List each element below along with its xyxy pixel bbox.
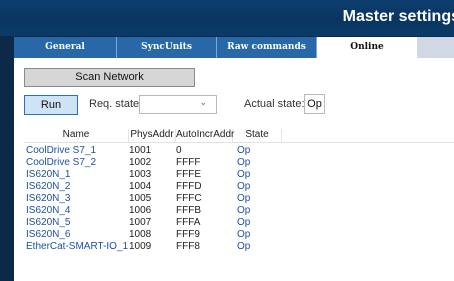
table-header: Name PhysAddr AutoIncrAddr State (24, 129, 454, 143)
settings-panel: General SyncUnits Raw commands Online Sc… (14, 37, 454, 281)
cell-autoincraddr: 0 (176, 145, 182, 156)
cell-name: CoolDrive S7_2 (26, 157, 97, 168)
cell-name: IS620N_6 (26, 229, 71, 240)
cell-autoincraddr: FFFD (176, 181, 202, 192)
cell-physaddr: 1004 (129, 181, 152, 192)
cell-state: Op (237, 145, 251, 156)
table-row[interactable]: CoolDrive S7_2 1002 FFFF Op (24, 157, 454, 169)
cell-autoincraddr: FFFE (176, 169, 201, 180)
table-row[interactable]: IS620N_6 1008 FFF9 Op (24, 229, 454, 241)
column-header-autoincraddr[interactable]: AutoIncrAddr (176, 129, 234, 142)
cell-physaddr: 1006 (129, 205, 152, 216)
cell-state: Op (237, 193, 251, 204)
run-button[interactable]: Run (24, 95, 78, 115)
cell-autoincraddr: FFFC (176, 193, 202, 204)
cell-autoincraddr: FFF8 (176, 241, 200, 252)
tab-raw-commands[interactable]: Raw commands (217, 37, 317, 58)
cell-state: Op (237, 217, 251, 228)
column-header-state[interactable]: State (233, 129, 282, 142)
cell-state: Op (237, 181, 251, 192)
table-row[interactable]: EtherCat-SMART-IO_1 1009 FFF8 Op (24, 241, 454, 253)
cell-state: Op (237, 229, 251, 240)
cell-name: IS620N_3 (26, 193, 71, 204)
cell-autoincraddr: FFF9 (176, 229, 200, 240)
cell-physaddr: 1005 (129, 193, 152, 204)
cell-physaddr: 1001 (129, 145, 152, 156)
column-header-physaddr[interactable]: PhysAddr (129, 129, 176, 142)
table-row[interactable]: CoolDrive S7_1 1001 0 Op (24, 145, 454, 157)
tab-bar: General SyncUnits Raw commands Online (14, 37, 454, 58)
cell-name: IS620N_5 (26, 217, 71, 228)
cell-autoincraddr: FFFA (176, 217, 201, 228)
cell-name: IS620N_1 (26, 169, 71, 180)
cell-physaddr: 1002 (129, 157, 152, 168)
tab-online[interactable]: Online (317, 37, 417, 58)
scan-network-button[interactable]: Scan Network (24, 68, 195, 87)
table-row[interactable]: IS620N_1 1003 FFFE Op (24, 169, 454, 181)
tab-syncunits[interactable]: SyncUnits (117, 37, 217, 58)
cell-state: Op (237, 157, 251, 168)
cell-physaddr: 1007 (129, 217, 152, 228)
req-state-label: Req. state: (89, 98, 143, 110)
chevron-down-icon: ⌄ (199, 97, 207, 107)
tab-general[interactable]: General (14, 37, 117, 58)
cell-state: Op (237, 241, 251, 252)
table-row[interactable]: IS620N_2 1004 FFFD Op (24, 181, 454, 193)
cell-name: IS620N_4 (26, 205, 71, 216)
window-title: Master settings (342, 8, 454, 25)
cell-name: CoolDrive S7_1 (26, 145, 97, 156)
table-body: CoolDrive S7_1 1001 0 Op CoolDrive S7_2 1002… (24, 143, 454, 253)
table-row[interactable]: IS620N_3 1005 FFFC Op (24, 193, 454, 205)
cell-name: IS620N_2 (26, 181, 71, 192)
cell-state: Op (237, 205, 251, 216)
cell-autoincraddr: FFFF (176, 157, 201, 168)
table-row[interactable]: IS620N_5 1007 FFFA Op (24, 217, 454, 229)
cell-physaddr: 1008 (129, 229, 152, 240)
table-row[interactable]: IS620N_4 1006 FFFB Op (24, 205, 454, 217)
title-bar: Master settings (0, 0, 454, 36)
slaves-table: Name PhysAddr AutoIncrAddr State CoolDri… (24, 129, 454, 253)
cell-state: Op (237, 169, 251, 180)
column-header-name[interactable]: Name (24, 129, 129, 142)
tab-bar-filler (417, 37, 454, 58)
cell-physaddr: 1009 (129, 241, 152, 252)
actual-state-value: Op (304, 94, 325, 114)
cell-physaddr: 1003 (129, 169, 152, 180)
cell-autoincraddr: FFFB (176, 205, 201, 216)
req-state-dropdown[interactable]: ⌄ (139, 95, 217, 114)
cell-name: EtherCat-SMART-IO_1 (26, 241, 129, 252)
actual-state-label: Actual state: (244, 98, 305, 110)
